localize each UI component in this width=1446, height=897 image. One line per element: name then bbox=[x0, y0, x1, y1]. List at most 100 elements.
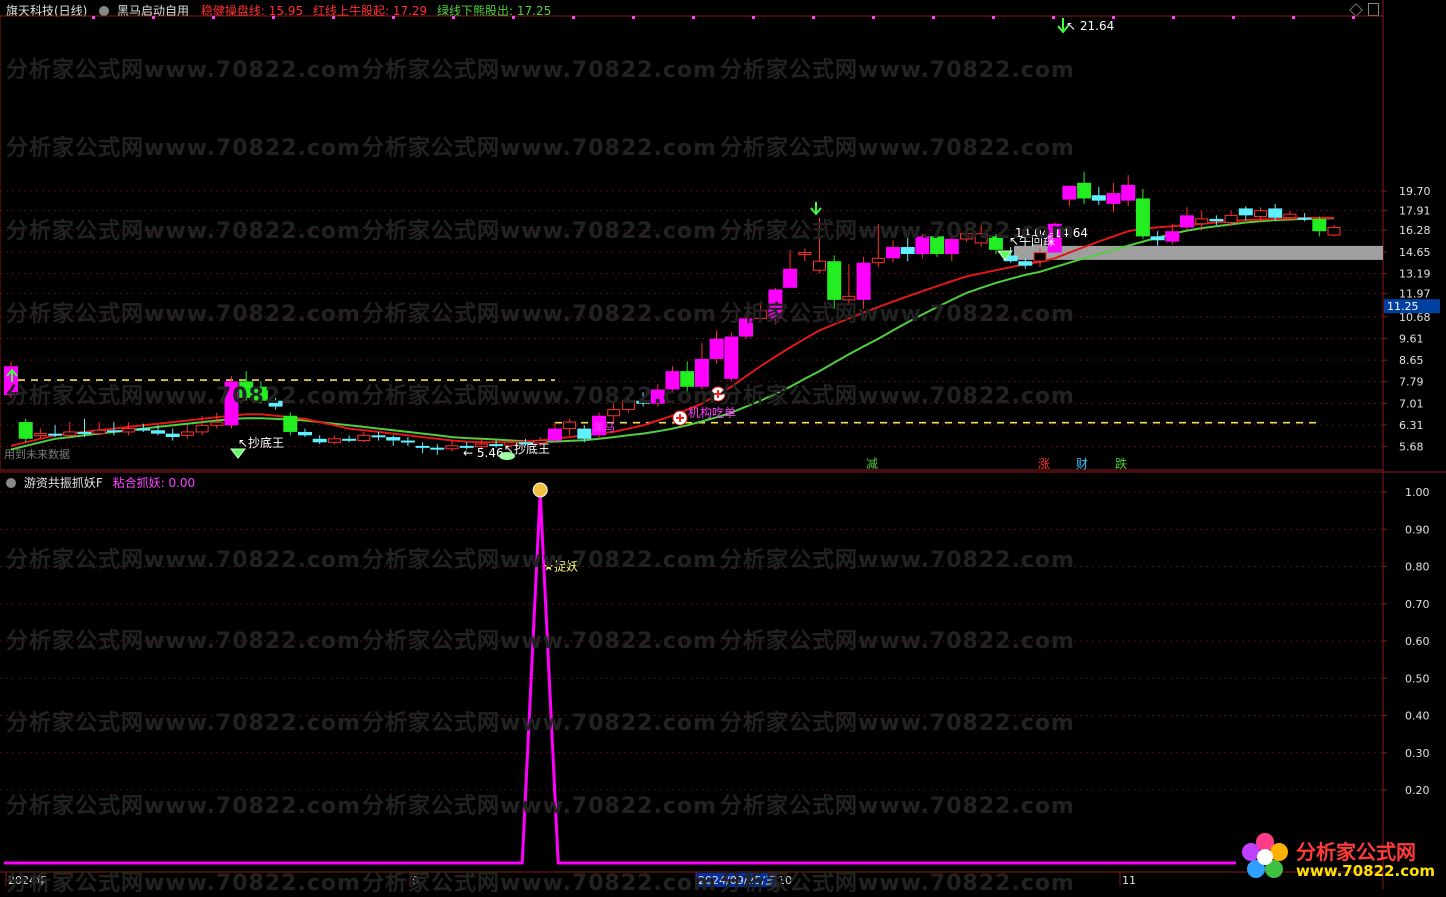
candle-body bbox=[1135, 198, 1150, 237]
watermark-text: 分析家公式网www.70822.com bbox=[362, 794, 717, 819]
top-signal-dot bbox=[1172, 16, 1175, 19]
watermark-text: 分析家公式网www.70822.com bbox=[6, 384, 361, 409]
candle-body bbox=[298, 431, 312, 436]
logo-name: 分析家公式网 bbox=[1296, 840, 1416, 864]
price-label: 7.79 bbox=[1399, 376, 1424, 389]
watermark-text: 分析家公式网www.70822.com bbox=[6, 219, 361, 244]
candle-body bbox=[210, 421, 224, 426]
price-label: 13.19 bbox=[1399, 267, 1431, 280]
top-signal-dot bbox=[152, 16, 155, 19]
watermark-text: 分析家公式网www.70822.com bbox=[362, 136, 717, 161]
price-label: 6.31 bbox=[1399, 419, 1424, 432]
candle-body bbox=[1033, 252, 1047, 262]
candle-body bbox=[1106, 193, 1121, 204]
watermark-text: 分析家公式网www.70822.com bbox=[6, 711, 361, 736]
sub-value-label: 0.80 bbox=[1405, 561, 1430, 574]
candle-body bbox=[724, 336, 739, 379]
candle-body bbox=[1077, 182, 1092, 199]
top-signal-dot bbox=[392, 16, 395, 19]
top-signal-dot bbox=[752, 16, 755, 19]
watermark-text: 分析家公式网www.70822.com bbox=[362, 302, 717, 327]
top-signal-dot bbox=[92, 16, 95, 19]
top-signal-dot bbox=[452, 16, 455, 19]
price-label: 7.01 bbox=[1399, 397, 1424, 410]
candle-body bbox=[547, 428, 562, 441]
candle-body bbox=[813, 260, 826, 271]
sub-value-label: 0.30 bbox=[1405, 747, 1430, 760]
watermark-text: 分析家公式网www.70822.com bbox=[362, 548, 717, 573]
watermark-text: 分析家公式网www.70822.com bbox=[362, 58, 717, 83]
sub-value-label: 0.50 bbox=[1405, 672, 1430, 685]
top-signal-dot bbox=[1112, 16, 1115, 19]
high-price-annotation: ↖ 21.64 bbox=[1066, 19, 1114, 33]
hidden-label: 黑马 bbox=[593, 421, 615, 434]
candle-body bbox=[18, 422, 33, 439]
candle-body bbox=[122, 428, 136, 433]
watermark-text: 分析家公式网www.70822.com bbox=[720, 871, 1075, 896]
top-signal-dot bbox=[272, 16, 275, 19]
candle-body bbox=[783, 268, 798, 288]
watermark-text: 分析家公式网www.70822.com bbox=[720, 711, 1075, 736]
sub-value-label: 0.20 bbox=[1405, 784, 1430, 797]
candle-body bbox=[327, 438, 341, 443]
candle-body bbox=[283, 415, 298, 432]
chart-stage: 旗天科技(日线) 黑马启动自用 稳健操盘线: 15.95 红线上牛股起: 17.… bbox=[0, 0, 1446, 896]
price-label: 19.70 bbox=[1399, 185, 1431, 198]
watermark-text: 分析家公式网www.70822.com bbox=[362, 871, 717, 896]
candle-body bbox=[357, 434, 371, 442]
watermark-text: 分析家公式网www.70822.com bbox=[362, 384, 717, 409]
candle-body bbox=[607, 409, 621, 417]
candle-body bbox=[577, 428, 592, 439]
top-signal-dot bbox=[572, 16, 575, 19]
time-label: 11 bbox=[1122, 874, 1136, 887]
watermark-text: 分析家公式网www.70822.com bbox=[362, 629, 717, 654]
candle-body bbox=[1209, 218, 1224, 222]
candle-body bbox=[1268, 208, 1283, 218]
watermark-text: 分析家公式网www.70822.com bbox=[720, 58, 1075, 83]
watermark-text: 分析家公式网www.70822.com bbox=[362, 711, 717, 736]
candle-body bbox=[871, 257, 885, 264]
candle-body bbox=[165, 433, 180, 438]
candle-body bbox=[563, 421, 577, 430]
top-signal-dot bbox=[332, 16, 335, 19]
price-label: 5.68 bbox=[1399, 441, 1424, 454]
candle-body bbox=[1297, 217, 1312, 220]
current-price-label: 11.25 bbox=[1387, 300, 1419, 313]
signal-marker: 财 bbox=[1076, 457, 1088, 471]
candle-body bbox=[371, 435, 386, 438]
top-signal-dot bbox=[512, 16, 515, 19]
candle-body bbox=[33, 433, 47, 437]
watermark-text: 分析家公式网www.70822.com bbox=[6, 548, 361, 573]
top-signal-dot bbox=[1292, 16, 1295, 19]
watermark-text: 分析家公式网www.70822.com bbox=[362, 219, 717, 244]
watermark-text: 分析家公式网www.70822.com bbox=[720, 384, 1075, 409]
candle-body bbox=[1312, 218, 1327, 232]
watermark-text: 分析家公式网www.70822.com bbox=[6, 871, 361, 896]
price-label: 16.28 bbox=[1399, 224, 1431, 237]
watermark-text: 分析家公式网www.70822.com bbox=[6, 794, 361, 819]
buy-oval-icon bbox=[499, 452, 515, 460]
candle-body bbox=[856, 262, 871, 300]
candle-body bbox=[827, 261, 842, 300]
candle-body bbox=[1091, 195, 1106, 201]
watermark-text: 分析家公式网www.70822.com bbox=[720, 219, 1075, 244]
watermark-text: 分析家公式网www.70822.com bbox=[6, 136, 361, 161]
candle-body bbox=[77, 431, 92, 434]
top-signal-dot bbox=[812, 16, 815, 19]
candle-body bbox=[445, 445, 459, 450]
top-signal-dot bbox=[1232, 16, 1235, 19]
signal-marker: 减 bbox=[866, 457, 878, 471]
candle-body bbox=[1254, 210, 1267, 218]
candle-body bbox=[342, 438, 357, 441]
money-bag-icon bbox=[532, 482, 548, 498]
watermark-text: 分析家公式网www.70822.com bbox=[720, 136, 1075, 161]
candle-body bbox=[63, 431, 77, 436]
sub-value-label: 0.60 bbox=[1405, 635, 1430, 648]
candle-body bbox=[415, 445, 430, 448]
top-signal-dot bbox=[932, 16, 935, 19]
watermark-text: 分析家公式网www.70822.com bbox=[6, 58, 361, 83]
candle-body bbox=[430, 447, 445, 450]
price-label: 8.65 bbox=[1399, 354, 1424, 367]
candle-body bbox=[48, 433, 63, 436]
candle-body bbox=[1018, 261, 1033, 266]
